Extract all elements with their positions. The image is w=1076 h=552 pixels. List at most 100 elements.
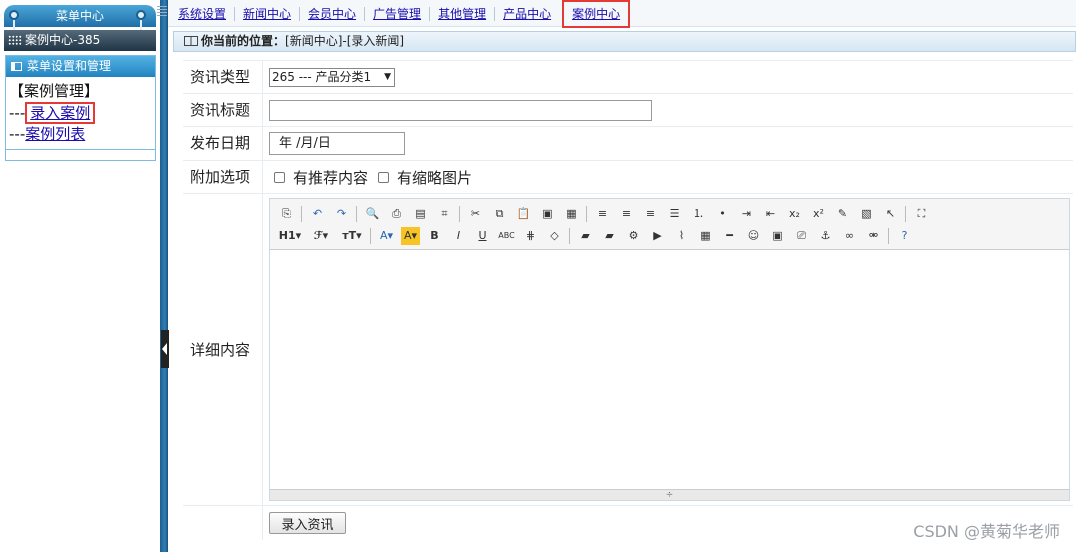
nav-news-center[interactable]: 新闻中心 bbox=[235, 6, 301, 21]
multi-image-icon[interactable]: ▰ bbox=[600, 227, 619, 245]
highlight-icon[interactable]: A▾ bbox=[401, 227, 420, 245]
ordered-list-icon[interactable]: ⒈ bbox=[689, 205, 708, 223]
menu-lines-icon bbox=[157, 6, 167, 18]
editor-resize-handle[interactable]: ÷ bbox=[270, 489, 1069, 500]
unlink-icon[interactable]: ⚮ bbox=[864, 227, 883, 245]
copy-icon[interactable]: ⧉ bbox=[490, 205, 509, 223]
align-left-icon[interactable]: ≡ bbox=[593, 205, 612, 223]
top-nav: 系统设置 新闻中心 会员中心 广告管理 其他管理 产品中心 案例中心 bbox=[157, 0, 1076, 28]
case-center-label: 案例中心-385 bbox=[25, 33, 101, 47]
media-icon[interactable]: ▶ bbox=[648, 227, 667, 245]
anchor-icon[interactable]: ⚓ bbox=[816, 227, 835, 245]
editor-content-area[interactable] bbox=[270, 250, 1069, 488]
toolbar-separator bbox=[370, 228, 371, 244]
paste-text-icon[interactable]: ▣ bbox=[538, 205, 557, 223]
font-color-icon[interactable]: A▾ bbox=[377, 227, 396, 245]
page-root: 菜单中心 案例中心-385 菜单设置和管理 【案例管理】 --- 录入案例 ---… bbox=[0, 0, 1076, 552]
subscript-icon[interactable]: x₂ bbox=[785, 205, 804, 223]
row-type: 资讯类型 265 --- 产品分类1 ▼ bbox=[183, 61, 1073, 94]
preview-icon[interactable]: 🔍 bbox=[363, 205, 382, 223]
row-content: 详细内容 ⎘ ↶ ↷ 🔍 ⎙ ▤ ⌗ ✂ ⧉ 📋 ▣ ▦ ≡ ≡ ≡ ☰ ⒈ • ⇥ ⇤ x₂ x² ✎ ▧ ↖ ⛶ H1▾ ℱ▾ т… bbox=[183, 194, 1073, 506]
attachment-icon[interactable]: ⌇ bbox=[672, 227, 691, 245]
menu-center-title: 菜单中心 bbox=[55, 9, 104, 23]
breadcrumb-label: 你当前的位置： bbox=[201, 34, 286, 48]
table-icon[interactable]: ▦ bbox=[696, 227, 715, 245]
map-icon[interactable]: ▣ bbox=[768, 227, 787, 245]
case-center-bar[interactable]: 案例中心-385 bbox=[4, 30, 156, 51]
image-icon[interactable]: ▰ bbox=[576, 227, 595, 245]
options-label: 附加选项 bbox=[183, 161, 263, 193]
nav-case-center[interactable]: 案例中心 bbox=[562, 0, 631, 28]
recommend-checkbox[interactable] bbox=[274, 171, 285, 183]
pagebreak-icon[interactable]: ⎚ bbox=[792, 227, 811, 245]
type-select[interactable]: 265 --- 产品分类1 ▼ bbox=[269, 67, 395, 87]
paste-word-icon[interactable]: ▦ bbox=[562, 205, 581, 223]
submit-button[interactable]: 录入资讯 bbox=[269, 512, 346, 534]
collapse-toggle-icon[interactable] bbox=[161, 330, 169, 368]
nav-other-management[interactable]: 其他管理 bbox=[430, 6, 496, 21]
justify-icon[interactable]: ☰ bbox=[665, 205, 684, 223]
select-all-icon[interactable]: ▧ bbox=[857, 205, 876, 223]
toolbar-row-1: ⎘ ↶ ↷ 🔍 ⎙ ▤ ⌗ ✂ ⧉ 📋 ▣ ▦ ≡ ≡ ≡ ☰ ⒈ • ⇥ ⇤ x₂ x² ✎ ▧ ↖ ⛶ bbox=[277, 203, 1069, 225]
nav-product-center[interactable]: 产品中心 bbox=[495, 7, 559, 21]
fullscreen-icon[interactable]: ⛶ bbox=[912, 205, 931, 223]
toolbar-separator bbox=[301, 206, 302, 222]
strikethrough-icon[interactable]: ABC bbox=[497, 227, 516, 245]
sidebar-splitter[interactable] bbox=[160, 0, 168, 552]
highlight-box: 录入案例 bbox=[25, 102, 96, 124]
undo-icon[interactable]: ↶ bbox=[308, 205, 327, 223]
title-label: 资讯标题 bbox=[183, 94, 263, 126]
cut-icon[interactable]: ✂ bbox=[466, 205, 485, 223]
settings-header[interactable]: 菜单设置和管理 bbox=[6, 56, 155, 77]
flash-icon[interactable]: ⚙ bbox=[624, 227, 643, 245]
nav-system-settings[interactable]: 系统设置 bbox=[172, 6, 236, 21]
toolbar-separator bbox=[356, 206, 357, 222]
bold-icon[interactable]: B bbox=[425, 227, 444, 245]
outdent-icon[interactable]: ⇤ bbox=[761, 205, 780, 223]
line-height-icon[interactable]: ⋕ bbox=[521, 227, 540, 245]
hr-icon[interactable]: ━ bbox=[720, 227, 739, 245]
font-family-icon[interactable]: ℱ▾ bbox=[308, 227, 334, 245]
tree-prefix: --- bbox=[9, 104, 26, 122]
panel-icon bbox=[11, 62, 22, 71]
title-input[interactable] bbox=[269, 99, 652, 121]
link-case-list[interactable]: 案例列表 bbox=[25, 125, 85, 143]
heading-icon[interactable]: H1▾ bbox=[277, 227, 303, 245]
emoticon-icon[interactable]: ☺ bbox=[744, 227, 763, 245]
rich-text-editor: ⎘ ↶ ↷ 🔍 ⎙ ▤ ⌗ ✂ ⧉ 📋 ▣ ▦ ≡ ≡ ≡ ☰ ⒈ • ⇥ ⇤ x₂ x² ✎ ▧ ↖ ⛶ H1▾ ℱ▾ тT▾ A▾ A… bbox=[269, 198, 1070, 501]
menu-center-header: 菜单中心 bbox=[4, 5, 156, 27]
watermark: CSDN @黄菊华老师 bbox=[913, 522, 1060, 541]
eraser-icon[interactable]: ◇ bbox=[545, 227, 564, 245]
cursor-icon[interactable]: ↖ bbox=[881, 205, 900, 223]
toolbar-row-2: H1▾ ℱ▾ тT▾ A▾ A▾ B I U ABC ⋕ ◇ ▰ ▰ ⚙ ▶ ⌇ ▦ ━ ☺ ▣ ⎚ ⚓ ∞ ⚮? bbox=[277, 225, 1069, 247]
redo-icon[interactable]: ↷ bbox=[332, 205, 351, 223]
template-icon[interactable]: ▤ bbox=[411, 205, 430, 223]
help-icon[interactable]: ? bbox=[895, 227, 914, 245]
date-input[interactable]: 年 /月/日 bbox=[269, 132, 405, 155]
link-icon[interactable]: ∞ bbox=[840, 227, 859, 245]
row-options: 附加选项 有推荐内容 有缩略图片 bbox=[183, 161, 1073, 194]
book-icon bbox=[184, 36, 198, 46]
align-right-icon[interactable]: ≡ bbox=[641, 205, 660, 223]
code-icon[interactable]: ⌗ bbox=[435, 205, 454, 223]
tree-item-case-list: ---案例列表 bbox=[9, 124, 155, 145]
font-size-icon[interactable]: тT▾ bbox=[339, 227, 365, 245]
indent-icon[interactable]: ⇥ bbox=[737, 205, 756, 223]
settings-header-label: 菜单设置和管理 bbox=[27, 59, 112, 73]
superscript-icon[interactable]: x² bbox=[809, 205, 828, 223]
paste-icon[interactable]: 📋 bbox=[514, 205, 533, 223]
type-select-value: 265 --- 产品分类1 bbox=[272, 69, 372, 84]
italic-icon[interactable]: I bbox=[449, 227, 468, 245]
unordered-list-icon[interactable]: • bbox=[713, 205, 732, 223]
thumbnail-checkbox[interactable] bbox=[378, 171, 390, 183]
nav-ad-management[interactable]: 广告管理 bbox=[365, 6, 431, 21]
nav-member-center[interactable]: 会员中心 bbox=[300, 6, 366, 21]
link-add-case[interactable]: 录入案例 bbox=[30, 104, 90, 122]
clear-format-icon[interactable]: ✎ bbox=[833, 205, 852, 223]
source-icon[interactable]: ⎘ bbox=[277, 205, 296, 223]
align-center-icon[interactable]: ≡ bbox=[617, 205, 636, 223]
toolbar-separator bbox=[888, 228, 889, 244]
type-label: 资讯类型 bbox=[183, 61, 263, 93]
print-icon[interactable]: ⎙ bbox=[387, 205, 406, 223]
underline-icon[interactable]: U bbox=[473, 227, 492, 245]
